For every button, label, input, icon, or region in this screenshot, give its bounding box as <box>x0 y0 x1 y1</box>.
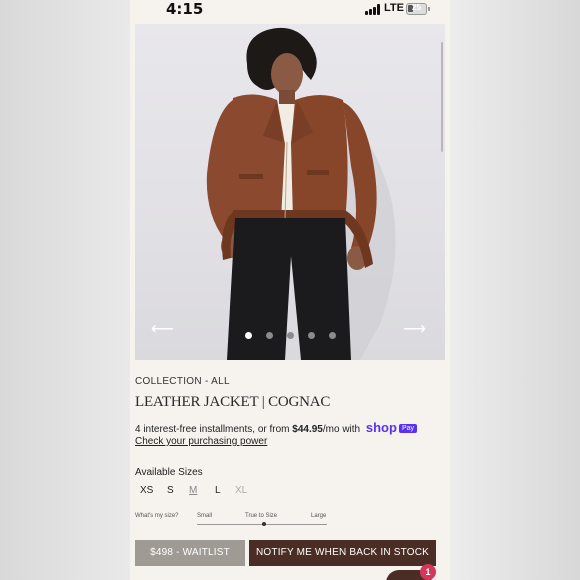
status-time: 4:15 <box>166 0 204 18</box>
fit-scale-marker <box>262 522 266 526</box>
prev-image-arrow[interactable]: ⟵ <box>151 322 177 338</box>
collection-breadcrumb[interactable]: COLLECTION - ALL <box>135 376 230 387</box>
signal-icon <box>365 4 381 15</box>
size-option-xl[interactable]: XL <box>235 485 247 496</box>
fit-true-to-size-label: True to Size <box>245 513 278 519</box>
whats-my-size-link[interactable]: What's my size? <box>135 513 179 519</box>
notify-back-in-stock-button[interactable]: NOTIFY ME WHEN BACK IN STOCK <box>249 540 436 566</box>
notification-badge: 1 <box>420 564 436 580</box>
fit-scale: What's my size? Small True to Size Large <box>135 513 445 533</box>
gallery-dot[interactable] <box>308 332 315 339</box>
gallery-dot[interactable] <box>266 332 273 339</box>
installment-amount: $44.95 <box>292 424 323 435</box>
fit-small-label: Small <box>197 513 213 519</box>
gallery-dot[interactable] <box>329 332 336 339</box>
network-label: LTE <box>384 2 404 14</box>
gallery-scrollbar <box>441 42 443 152</box>
battery-icon: 25 <box>406 3 427 15</box>
next-image-arrow[interactable]: ⟶ <box>403 322 429 338</box>
pay-badge: Pay <box>398 424 418 433</box>
waitlist-button[interactable]: $498 - WAITLIST <box>135 540 245 566</box>
installments-prefix: 4 interest-free installments, or from <box>135 424 293 435</box>
gallery-dot[interactable] <box>245 332 252 339</box>
installments-text: 4 interest-free installments, or from $4… <box>135 420 418 435</box>
phone-screen: 4:15 LTE 25 ⟵ ⟶ COLLECTION - ALL LEATHER… <box>130 0 450 580</box>
shop-pay-logo: shop <box>365 420 397 435</box>
size-option-m[interactable]: M <box>189 485 197 496</box>
product-title: LEATHER JACKET | COGNAC <box>135 394 331 410</box>
check-purchasing-power-link[interactable]: Check your purchasing power <box>135 436 267 447</box>
battery-tip <box>428 7 430 11</box>
installments-suffix: /mo with <box>322 424 363 435</box>
available-sizes-label: Available Sizes <box>135 467 203 478</box>
size-selector: XS S M L XL <box>135 485 335 499</box>
gallery-dot[interactable] <box>287 332 294 339</box>
gallery-dots <box>243 332 343 342</box>
product-image-gallery[interactable]: ⟵ ⟶ <box>135 24 445 360</box>
size-option-l[interactable]: L <box>215 485 221 496</box>
size-option-s[interactable]: S <box>167 485 174 496</box>
battery-level: 25 <box>412 3 421 12</box>
product-photo <box>206 27 396 360</box>
fit-large-label: Large <box>311 513 327 519</box>
size-option-xs[interactable]: XS <box>140 485 153 496</box>
status-bar: 4:15 LTE 25 <box>130 0 450 22</box>
